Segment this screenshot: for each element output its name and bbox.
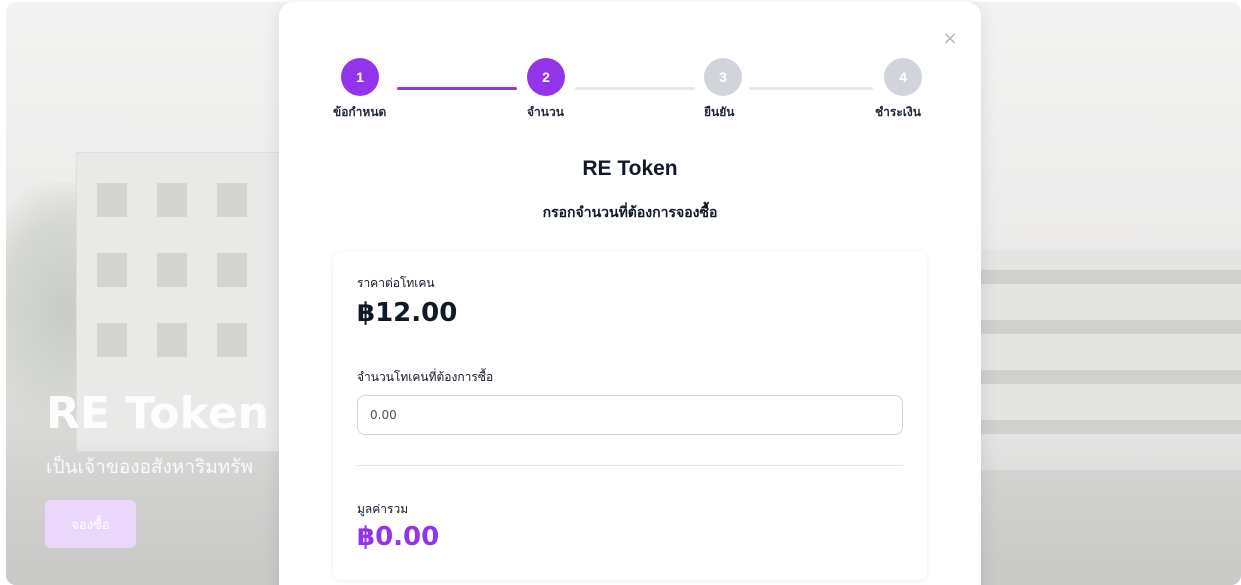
total-value: ฿0.00 [357, 522, 440, 552]
price-per-token-label: ราคาต่อโทเคน [357, 276, 435, 290]
step-connector-1 [397, 87, 517, 90]
step-1-indicator: 1 [341, 58, 379, 96]
hero-title: RE Token [46, 388, 269, 439]
purchase-card: ราคาต่อโทเคน ฿12.00 จำนวนโทเคนที่ต้องการ… [333, 252, 927, 580]
step-3-indicator: 3 [704, 58, 742, 96]
token-amount-input[interactable] [357, 395, 903, 435]
total-value-label: มูลค่ารวม [357, 502, 409, 516]
step-2-indicator: 2 [527, 58, 565, 96]
step-connector-2 [575, 87, 695, 90]
step-3-label: ยืนยัน [704, 105, 735, 119]
stepper: 1 2 3 4 ข้อกำหนด จำนวน ยืนยัน ชำระเงิน [279, 2, 981, 132]
step-2-label: จำนวน [527, 105, 564, 119]
step-connector-3 [749, 87, 873, 90]
hero-subtitle: เป็นเจ้าของอสังหาริมทรัพ [46, 456, 253, 478]
modal-title: RE Token [582, 157, 678, 180]
modal-subtitle: กรอกจำนวนที่ต้องการจองซื้อ [542, 205, 718, 221]
step-4-label: ชำระเงิน [875, 105, 921, 119]
token-amount-label: จำนวนโทเคนที่ต้องการซื้อ [357, 370, 494, 384]
card-divider [357, 465, 903, 466]
step-4-indicator: 4 [884, 58, 922, 96]
hero-reserve-button[interactable]: จองซื้อ [45, 500, 136, 548]
purchase-modal: × 1 2 3 4 ข้อกำหนด จำนวน ยืนยัน ชำระเงิน… [279, 2, 981, 585]
price-per-token-value: ฿12.00 [357, 298, 458, 328]
step-1-label: ข้อกำหนด [333, 105, 387, 119]
